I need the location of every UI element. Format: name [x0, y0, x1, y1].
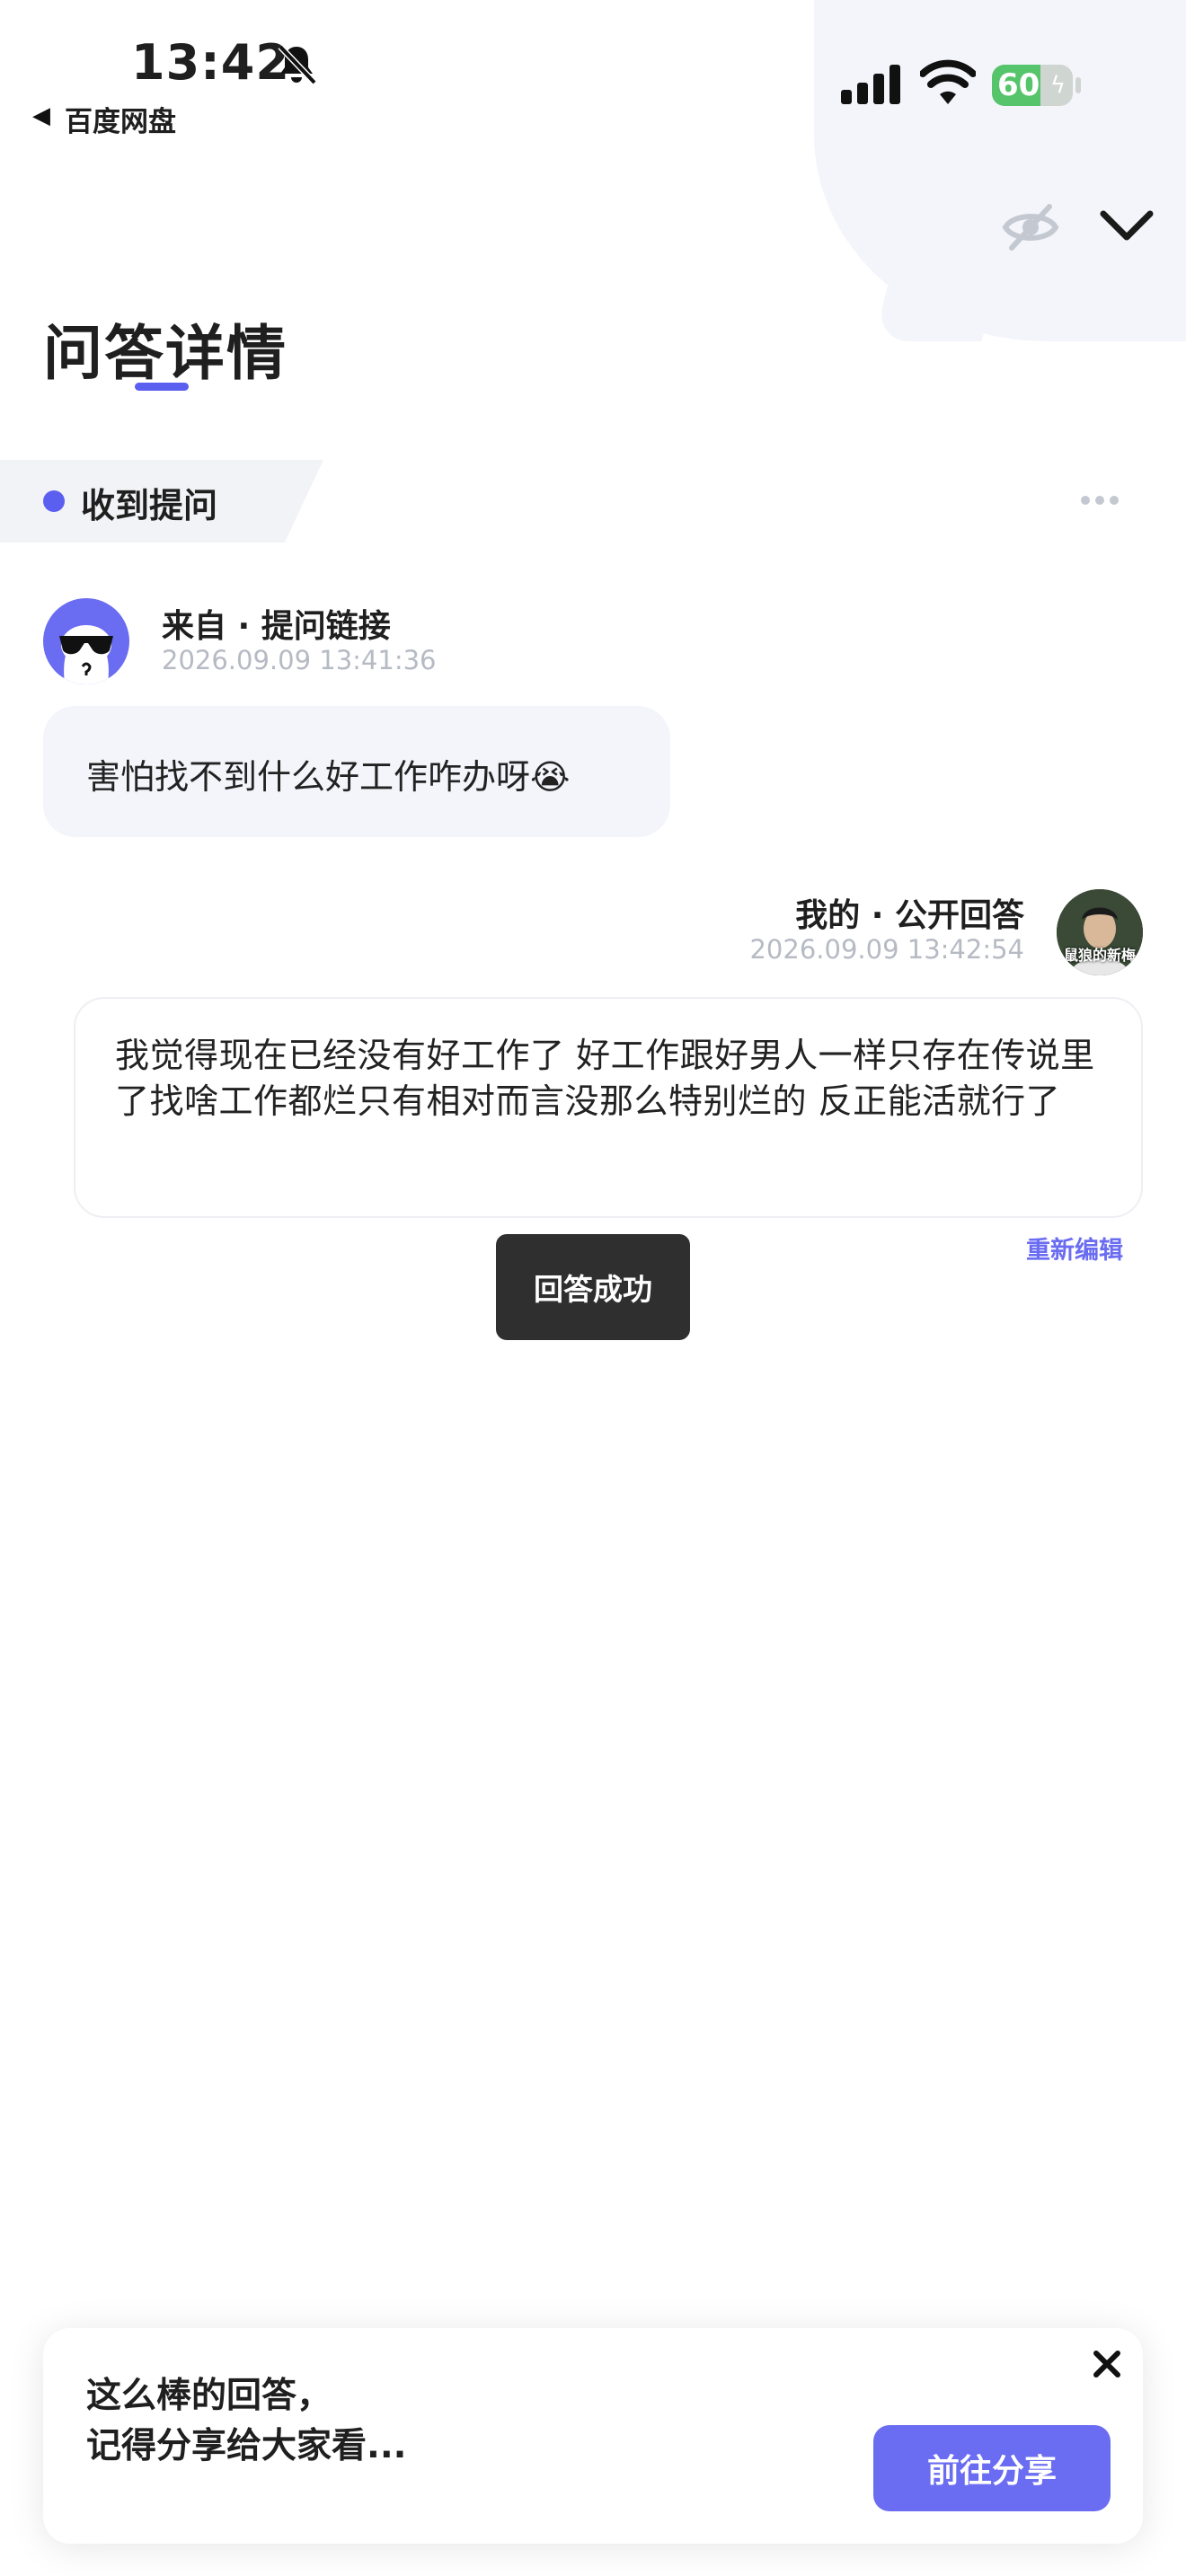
battery-level: 60	[997, 67, 1040, 103]
question-source: 来自 · 提问链接	[162, 608, 391, 645]
question-text: 害怕找不到什么好工作咋办呀😭	[86, 757, 571, 797]
question-timestamp: 2026.09.09 13:41:36	[162, 645, 437, 675]
answer-text: 我觉得现在已经没有好工作了 好工作跟好男人一样只存在传说里了找啥工作都烂只有相对…	[115, 1036, 1095, 1121]
back-to-app-link[interactable]: 百度网盘	[65, 99, 176, 139]
reedit-link[interactable]: 重新编辑	[970, 1231, 1123, 1266]
eye-off-icon[interactable]	[1001, 198, 1060, 257]
title-underline	[135, 383, 189, 391]
header-decoration	[814, 0, 1186, 341]
chevron-down-icon[interactable]	[1098, 203, 1155, 248]
charging-bolt-icon: ϟ	[1049, 72, 1066, 99]
section-title: 收到提问	[81, 486, 218, 525]
battery-icon: 60 ϟ	[992, 65, 1073, 106]
answer-timestamp: 2026.09.09 13:42:54	[749, 934, 1024, 965]
wifi-icon	[920, 59, 976, 104]
share-prompt-line-1: 这么棒的回答，	[86, 2376, 332, 2416]
asker-avatar	[43, 598, 129, 684]
go-share-button[interactable]: 前往分享	[873, 2425, 1111, 2511]
close-icon[interactable]	[1089, 2346, 1125, 2382]
answer-title: 我的 · 公开回答	[795, 897, 1024, 934]
sunglasses-face-icon	[59, 625, 113, 684]
success-toast: 回答成功	[496, 1234, 690, 1340]
my-avatar: 鼠狼的新梅	[1057, 889, 1143, 975]
page-title: 问答详情	[43, 319, 288, 388]
avatar-caption: 鼠狼的新梅	[1063, 947, 1136, 964]
more-dots-icon[interactable]	[1080, 494, 1120, 507]
bell-slash-icon	[278, 44, 317, 85]
battery-cap	[1075, 77, 1081, 93]
signal-icon	[841, 65, 900, 104]
share-prompt-line-2: 记得分享给大家看...	[86, 2426, 407, 2466]
status-time: 13:42	[131, 34, 290, 91]
section-dot	[43, 490, 65, 512]
back-arrow-icon[interactable]: ◀	[32, 102, 50, 129]
